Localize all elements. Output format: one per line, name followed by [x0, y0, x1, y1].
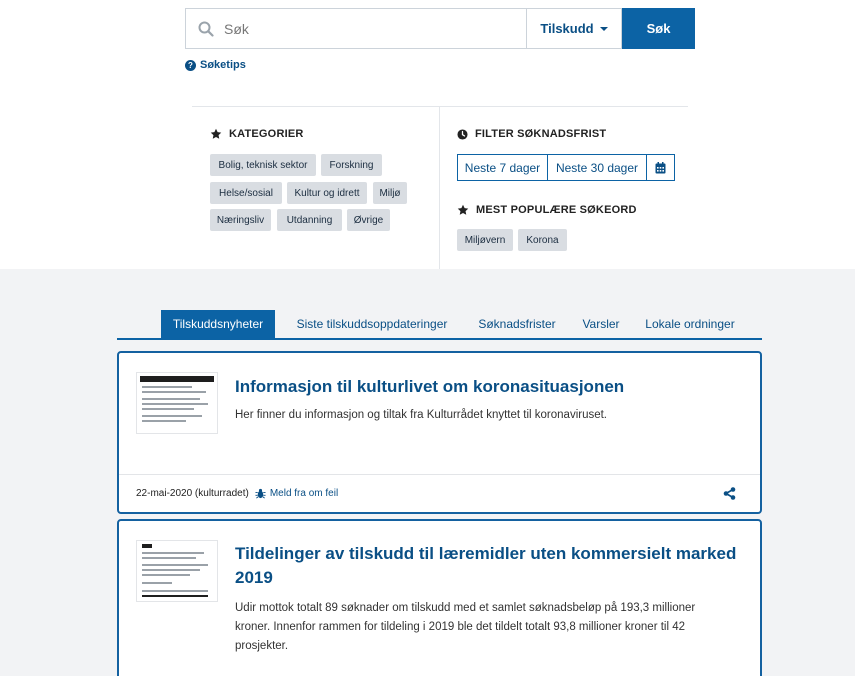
- popular-tag-miljovern[interactable]: Miljøvern: [457, 229, 513, 251]
- article-date-source: 22-mai-2020 (kulturradet): [136, 488, 249, 499]
- search-type-dropdown[interactable]: Tilskudd: [526, 8, 622, 49]
- filters-column-divider: [439, 107, 440, 269]
- calendar-icon: [655, 161, 666, 173]
- search-button[interactable]: Søk: [622, 8, 695, 49]
- article-thumbnail[interactable]: [136, 540, 218, 602]
- report-error-link[interactable]: Meld fra om feil: [270, 488, 338, 499]
- star-icon: [457, 204, 469, 215]
- article-title-line: Tildelinger av tilskudd til læremidler u…: [235, 544, 737, 563]
- popular-tag-korona[interactable]: Korona: [518, 229, 567, 251]
- popular-searches-heading-text: MEST POPULÆRE SØKEORD: [476, 204, 637, 216]
- tab-lokale-ordninger[interactable]: Lokale ordninger: [633, 310, 747, 338]
- share-icon[interactable]: [723, 487, 736, 500]
- category-tag-forskning[interactable]: Forskning: [321, 154, 382, 176]
- article-description-line: Udir mottok totalt 89 søknader om tilsku…: [235, 602, 696, 614]
- deadline-button-group: Neste 7 dager Neste 30 dager: [457, 154, 675, 181]
- news-tabs: Tilskuddsnyheter Siste tilskuddsoppdater…: [117, 310, 762, 340]
- search-bar: Tilskudd Søk: [185, 8, 695, 49]
- category-tag-naeringsliv[interactable]: Næringsliv: [210, 209, 271, 231]
- bug-icon: [255, 488, 266, 499]
- tab-varsler[interactable]: Varsler: [569, 310, 633, 338]
- deadline-filter-heading: FILTER SØKNADSFRIST: [457, 128, 606, 140]
- news-card: Tildelinger av tilskudd til læremidler u…: [117, 519, 762, 676]
- next-30-days-button[interactable]: Neste 30 dager: [548, 154, 647, 181]
- search-input[interactable]: [224, 20, 514, 37]
- tab-siste-tilskuddsoppdateringer[interactable]: Siste tilskuddsoppdateringer: [279, 310, 465, 338]
- article-description-line: kroner. Innenfor rammen for tildeling i …: [235, 621, 686, 633]
- categories-heading-text: KATEGORIER: [229, 128, 304, 140]
- search-tips-label: Søketips: [200, 59, 246, 71]
- categories-heading: KATEGORIER: [210, 128, 304, 140]
- article-title-link[interactable]: Informasjon til kulturlivet om koronasit…: [235, 375, 735, 399]
- article-title-link[interactable]: Tildelinger av tilskudd til læremidler u…: [235, 542, 745, 590]
- calendar-button[interactable]: [647, 154, 675, 181]
- popular-searches-heading: MEST POPULÆRE SØKEORD: [457, 204, 637, 216]
- search-type-label: Tilskudd: [540, 21, 594, 36]
- clock-icon: [457, 128, 468, 140]
- article-title-line: 2019: [235, 568, 273, 587]
- category-tag-kultur-idrett[interactable]: Kultur og idrett: [287, 182, 367, 204]
- search-icon: [198, 21, 214, 37]
- category-tag-utdanning[interactable]: Utdanning: [277, 209, 342, 231]
- search-field-wrapper[interactable]: [185, 8, 526, 49]
- question-circle-icon: ?: [185, 59, 196, 71]
- article-description-line: prosjekter.: [235, 640, 289, 652]
- search-tips-link[interactable]: ? Søketips: [185, 59, 246, 71]
- next-7-days-button[interactable]: Neste 7 dager: [457, 154, 548, 181]
- article-footer: 22-mai-2020 (kulturradet) Meld fra om fe…: [119, 474, 760, 512]
- caret-down-icon: [599, 26, 608, 31]
- filters-top-divider: [192, 106, 688, 107]
- tab-soknadsfrister[interactable]: Søknadsfrister: [465, 310, 569, 338]
- category-tag-bolig[interactable]: Bolig, teknisk sektor: [210, 154, 316, 176]
- deadline-filter-heading-text: FILTER SØKNADSFRIST: [475, 128, 607, 140]
- star-icon: [210, 128, 222, 139]
- category-tag-miljo[interactable]: Miljø: [373, 182, 407, 204]
- article-description: Her finner du informasjon og tiltak fra …: [235, 409, 608, 421]
- tab-tilskuddsnyheter[interactable]: Tilskuddsnyheter: [161, 310, 275, 338]
- category-tag-ovrige[interactable]: Øvrige: [347, 209, 390, 231]
- article-thumbnail[interactable]: [136, 372, 218, 434]
- category-tag-helse-sosial[interactable]: Helse/sosial: [210, 182, 282, 204]
- news-card: Informasjon til kulturlivet om koronasit…: [117, 351, 762, 514]
- article-description: Udir mottok totalt 89 søknader om tilsku…: [235, 599, 760, 656]
